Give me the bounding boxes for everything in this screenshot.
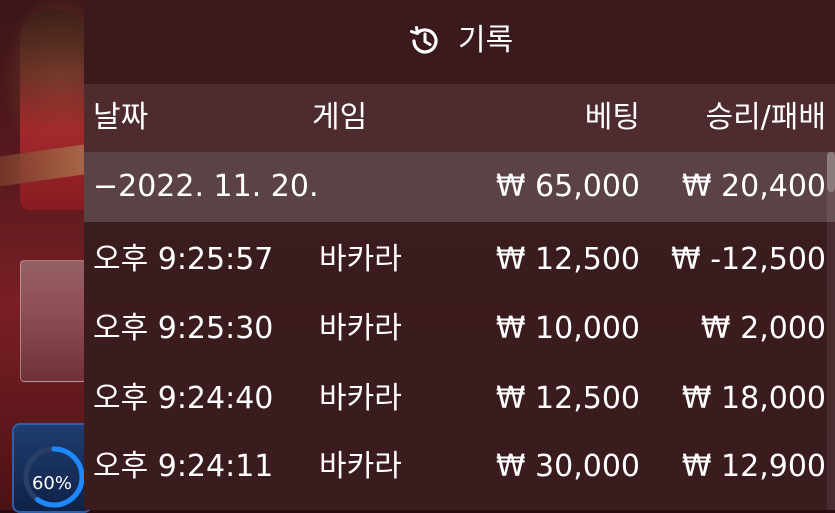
panel-header: 기록	[84, 0, 835, 84]
history-panel: 기록 날짜 게임 베팅 승리/패배 −2022. 11. 20. ₩ 65,00…	[84, 0, 835, 510]
history-icon	[410, 26, 438, 54]
date-group-bet-total: ₩ 65,000	[495, 169, 640, 204]
progress-label: 60%	[31, 473, 72, 494]
card-shoe	[20, 260, 86, 382]
row-game: 바카라	[319, 311, 402, 346]
scroll-thumb[interactable]	[827, 152, 835, 192]
table-row[interactable]: 오후 9:24:40 바카라 ₩ 12,500 ₩ 18,000	[84, 361, 835, 431]
row-time: 오후 9:24:11	[93, 449, 274, 484]
date-group-row[interactable]: −2022. 11. 20. ₩ 65,000 ₩ 20,400	[84, 152, 835, 222]
scrollbar[interactable]	[827, 152, 835, 510]
row-time: 오후 9:25:57	[93, 242, 274, 277]
row-result: ₩ 2,000	[700, 311, 826, 346]
date-group-result-total: ₩ 20,400	[681, 169, 826, 204]
column-date: 날짜	[93, 100, 149, 135]
row-time: 오후 9:24:40	[93, 381, 274, 416]
column-header: 날짜 게임 베팅 승리/패배	[84, 84, 835, 152]
row-result: ₩ 12,900	[681, 449, 826, 484]
row-time: 오후 9:25:30	[93, 311, 274, 346]
table-row[interactable]: 오후 9:25:57 바카라 ₩ 12,500 ₩ -12,500	[84, 222, 835, 292]
panel-title: 기록	[458, 23, 514, 58]
history-list: 오후 9:25:57 바카라 ₩ 12,500 ₩ -12,500 오후 9:2…	[84, 222, 835, 510]
row-bet: ₩ 10,000	[495, 311, 640, 346]
row-game: 바카라	[319, 381, 402, 416]
table-row[interactable]: 오후 9:25:30 바카라 ₩ 10,000 ₩ 2,000	[84, 291, 835, 361]
timer-widget: 60%	[12, 423, 92, 513]
table-row[interactable]: 오후 9:24:11 바카라 ₩ 30,000 ₩ 12,900	[84, 429, 835, 499]
row-result: ₩ -12,500	[671, 242, 826, 277]
row-bet: ₩ 12,500	[495, 381, 640, 416]
row-game: 바카라	[319, 242, 402, 277]
row-game: 바카라	[319, 449, 402, 484]
row-bet: ₩ 12,500	[495, 242, 640, 277]
row-result: ₩ 18,000	[681, 381, 826, 416]
column-result: 승리/패배	[705, 100, 826, 135]
column-game: 게임	[312, 100, 368, 135]
date-group-label: −2022. 11. 20.	[93, 169, 319, 204]
column-bet: 베팅	[584, 100, 640, 135]
row-bet: ₩ 30,000	[495, 449, 640, 484]
